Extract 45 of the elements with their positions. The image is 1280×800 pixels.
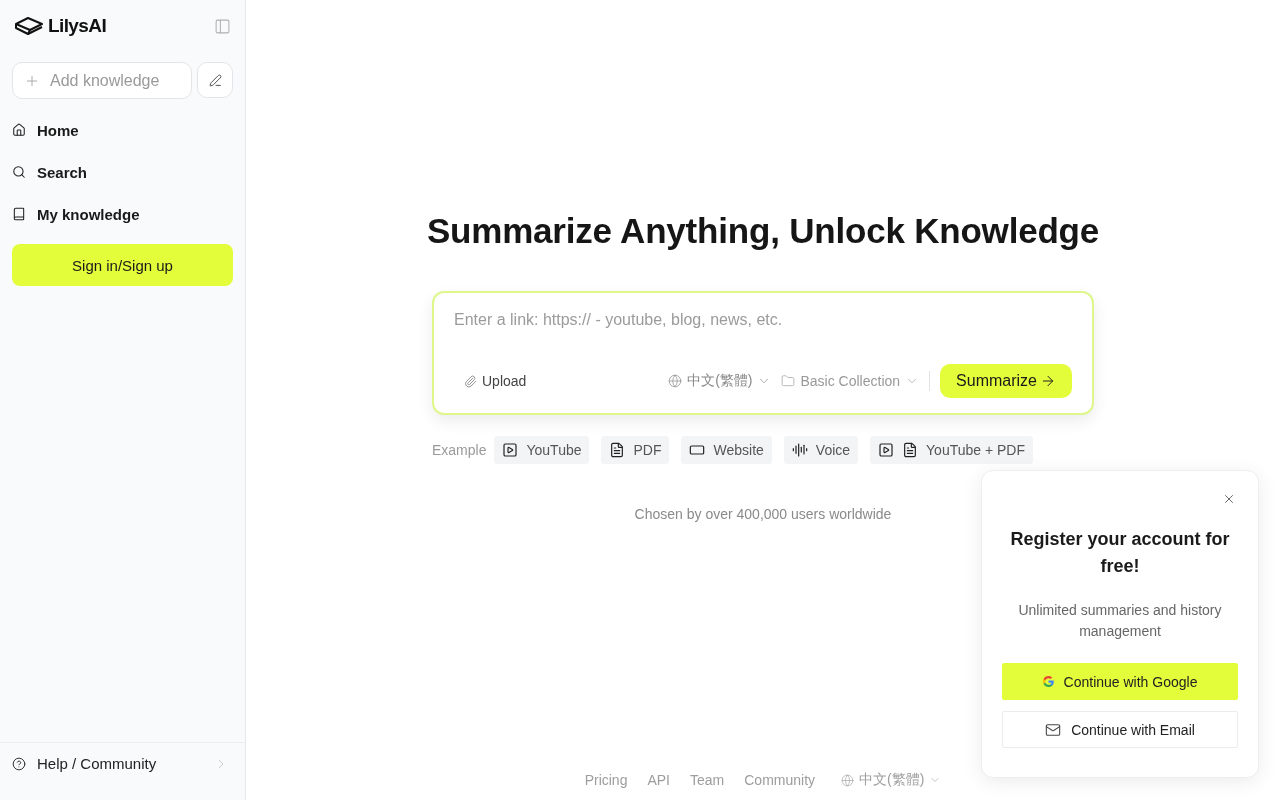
document-icon [609,442,626,458]
popup-description: Unlimited summaries and history management [1017,601,1223,641]
logo-icon [14,16,44,36]
globe-icon [668,374,683,388]
search-icon [12,165,26,179]
example-chip[interactable]: PDF [601,436,670,464]
panel-icon [214,17,231,35]
folder-icon [781,374,796,388]
envelope-icon [1045,721,1062,738]
video-play-icon [878,442,895,458]
book-icon [12,207,26,221]
summarize-button[interactable]: Summarize [940,364,1072,398]
globe-icon [841,773,855,787]
page-heading: Summarize Anything, Unlock Knowledge [426,210,1100,252]
language-dropdown[interactable]: 中文(繁體) [668,372,772,390]
video-play-icon [502,442,519,458]
window-icon [689,442,706,458]
logo-text: LilysAI [48,15,107,37]
paperclip-icon [464,374,477,388]
sound-wave-icon [791,442,808,458]
close-button[interactable] [1222,492,1236,506]
example-chip[interactable]: YouTube [494,436,590,464]
upload-button[interactable]: Upload [454,373,537,389]
edit-button[interactable] [197,62,233,98]
help-community-link[interactable]: Help / Community [0,742,245,800]
arrow-right-icon [1040,373,1056,389]
email-sign-in-button[interactable]: Continue with Email [1002,711,1238,748]
nav-item[interactable]: Home [12,109,233,151]
help-icon [12,756,26,771]
home-icon [12,123,26,137]
example-chip[interactable]: Voice [783,436,859,464]
tagline: Chosen by over 400,000 users worldwide [634,506,892,522]
nav-item[interactable]: Search [12,151,233,193]
google-sign-in-button[interactable]: Continue with Google [1002,663,1238,700]
document-icon [902,442,919,458]
example-label: Example [432,442,487,458]
example-chip[interactable]: Website [681,436,772,464]
sidebar-toggle-button[interactable] [214,17,231,35]
pen-icon [208,73,222,87]
close-icon [1222,492,1236,506]
google-icon [1042,676,1054,687]
nav-item[interactable]: My knowledge [12,193,233,235]
popup-title: Register your account for free! [1009,528,1231,578]
sign-in-button[interactable]: Sign in/Sign up [12,244,233,286]
example-chip[interactable]: YouTube + PDF [870,436,1034,464]
